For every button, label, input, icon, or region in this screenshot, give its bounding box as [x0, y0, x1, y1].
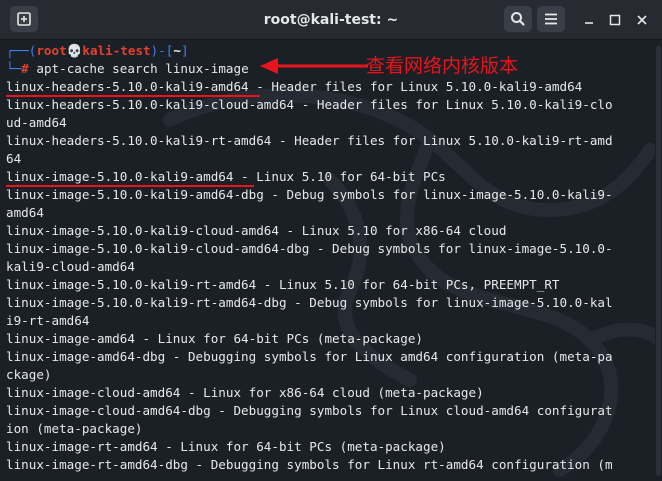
- output-line: linux-headers-5.10.0-kali9-cloud-amd64 -…: [6, 97, 613, 112]
- prompt-symbol: #: [21, 61, 29, 76]
- annotation-label: 查看网络内核版本: [366, 55, 519, 77]
- highlight-underline-image: [6, 185, 254, 187]
- scrollbar-thumb[interactable]: [656, 46, 661, 476]
- output-line: linux-headers-5.10.0-kali9-rt-amd64 - He…: [6, 133, 613, 148]
- search-button[interactable]: [504, 6, 532, 32]
- output-line: kali9-cloud-amd64: [6, 259, 135, 274]
- new-tab-button[interactable]: [10, 6, 38, 32]
- output-line: linux-headers-5.10.0-kali9-amd64 - Heade…: [6, 79, 583, 94]
- command-text: apt-cache search linux-image: [36, 61, 249, 76]
- output-line: 64: [6, 151, 22, 166]
- output-line: i9-rt-amd64: [6, 313, 90, 328]
- prompt-frame-bottom: └─: [6, 61, 22, 76]
- prompt-path: ~: [173, 43, 181, 58]
- prompt-line-command: └─# apt-cache search linux-image: [6, 60, 249, 78]
- output-line: ckage): [6, 367, 52, 382]
- prompt-host: kali-test: [82, 43, 151, 58]
- output-line: linux-image-amd64 - Linux for 64-bit PCs…: [6, 331, 424, 346]
- output-line: linux-image-5.10.0-kali9-cloud-amd64-dbg…: [6, 241, 613, 256]
- output-line: linux-image-rt-amd64-dbg - Debugging sym…: [6, 457, 613, 472]
- output-line: linux-image-amd64-dbg - Debugging symbol…: [6, 349, 613, 364]
- output-line: linux-image-5.10.0-kali9-amd64 - Linux 5…: [6, 169, 446, 184]
- output-line: linux-image-cloud-amd64 - Linux for x86-…: [6, 385, 484, 400]
- output-line: linux-image-5.10.0-kali9-cloud-amd64 - L…: [6, 223, 507, 238]
- output-line: linux-image-5.10.0-kali9-amd64-dbg - Deb…: [6, 187, 613, 202]
- output-line: linux-image-5.10.0-kali9-rt-amd64-dbg - …: [6, 295, 613, 310]
- terminal-window: root@kali-test: ~ ┌──(root💀kali-test)-[~…: [0, 0, 662, 481]
- output-line: ion (meta-package): [6, 421, 143, 436]
- close-icon[interactable]: [633, 11, 651, 29]
- prompt-frame-top: ┌──(: [6, 43, 37, 58]
- terminal-output[interactable]: ┌──(root💀kali-test)-[~] └─# apt-cache se…: [6, 42, 656, 481]
- prompt-user: root: [36, 43, 67, 58]
- prompt-separator: )-[: [150, 43, 174, 58]
- output-line: linux-image-rt-amd64 - Linux for 64-bit …: [6, 439, 446, 454]
- menu-button[interactable]: [537, 6, 565, 32]
- output-line: linux-image-cloud-amd64-dbg - Debugging …: [6, 403, 613, 418]
- minimize-icon[interactable]: [580, 11, 598, 29]
- output-line: linux-image-5.10.0-kali9-rt-amd64 - Linu…: [6, 277, 560, 292]
- output-line: amd64: [6, 205, 44, 220]
- title-bar: root@kali-test: ~: [0, 0, 662, 40]
- prompt-line-top: ┌──(root💀kali-test)-[~]: [6, 42, 189, 60]
- maximize-icon[interactable]: [606, 11, 624, 29]
- search-icon: [511, 12, 525, 26]
- highlight-underline-headers: [6, 95, 260, 97]
- output-line: ud-amd64: [6, 115, 67, 130]
- skull-icon: 💀: [66, 43, 83, 58]
- hamburger-menu-icon: [545, 13, 557, 25]
- new-tab-icon: [17, 12, 31, 26]
- annotation-arrow-icon: [260, 58, 368, 74]
- prompt-close: ]: [180, 43, 189, 58]
